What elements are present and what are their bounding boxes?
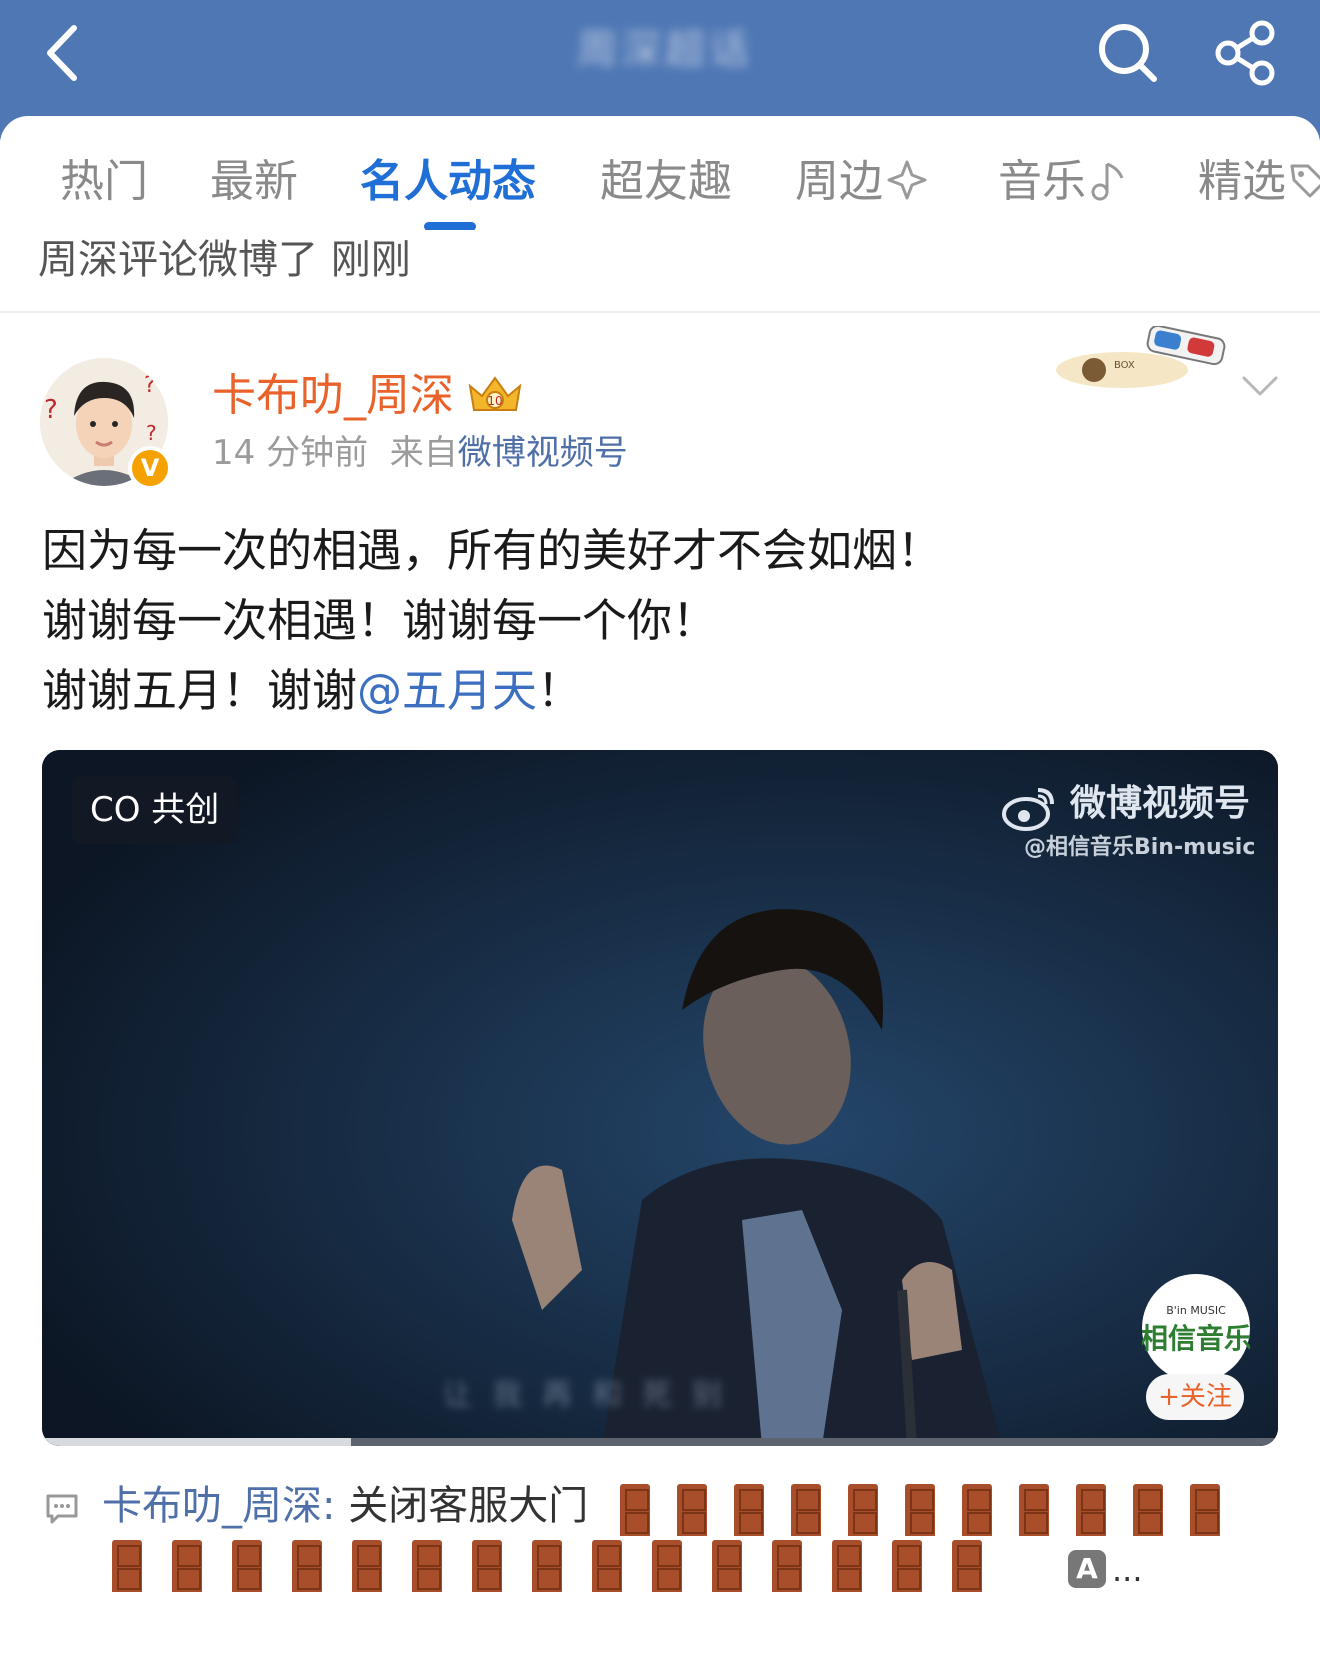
- door-emoji: [1076, 1484, 1106, 1536]
- door-emoji: [962, 1484, 992, 1536]
- tab-latest[interactable]: 最新: [210, 152, 298, 212]
- door-emoji: [677, 1484, 707, 1536]
- door-emoji: [592, 1540, 622, 1592]
- door-emoji: [232, 1540, 262, 1592]
- weibo-logo-icon: [1002, 788, 1054, 831]
- music-note-icon: [1091, 162, 1124, 201]
- door-emoji: [772, 1540, 802, 1592]
- channel-logo-icon: B'in MUSIC 相信音乐: [1140, 1304, 1252, 1355]
- activity-line: 周深评论微博了 刚刚: [38, 237, 411, 283]
- post-line-1: 因为每一次的相遇，所有的美好才不会如烟！: [42, 524, 943, 577]
- watermark-account: @相信音乐Bin-music: [1024, 835, 1256, 860]
- comment-separator: :: [322, 1483, 349, 1529]
- door-emoji: [892, 1540, 922, 1592]
- door-emoji: [172, 1540, 202, 1592]
- door-emoji: [472, 1540, 502, 1592]
- svg-text:BOX: BOX: [1114, 360, 1135, 371]
- post-source-prefix: 来自: [389, 433, 458, 473]
- post-line-3-suffix: ！: [537, 664, 583, 717]
- svg-text:?: ?: [146, 421, 157, 445]
- tab-fan-fun[interactable]: 超友趣: [600, 152, 732, 212]
- post-source-link[interactable]: 微博视频号: [458, 433, 628, 473]
- svg-text:?: ?: [44, 395, 58, 425]
- tag-icon: [1290, 164, 1320, 198]
- post-line-2: 谢谢每一次相遇！谢谢每一个你！: [42, 594, 718, 647]
- door-emoji: [734, 1484, 764, 1536]
- comment-user[interactable]: 卡布叻_周深: [102, 1483, 322, 1529]
- crown-badge-icon[interactable]: 10: [466, 370, 524, 418]
- door-emoji: [1019, 1484, 1049, 1536]
- 3d-glasses-decoration-icon: BOX: [1056, 326, 1226, 388]
- svg-text:10: 10: [487, 394, 502, 408]
- search-icon[interactable]: [1090, 15, 1166, 91]
- door-emoji: [352, 1540, 382, 1592]
- divider: [0, 311, 1320, 313]
- tab-music-label: 音乐: [998, 156, 1086, 207]
- watermark-title: 微博视频号: [1070, 783, 1251, 824]
- video-player[interactable]: CO 共创 微博视频号 @相信音乐Bin-music 让我再和死别 B'in M…: [42, 750, 1278, 1446]
- mention-link[interactable]: @五月天: [357, 664, 537, 717]
- svg-text:B'in MUSIC: B'in MUSIC: [1166, 1304, 1226, 1317]
- door-emoji: [532, 1540, 562, 1592]
- post-line-3-prefix: 谢谢五月！谢谢: [42, 664, 358, 717]
- door-emoji: [712, 1540, 742, 1592]
- door-emoji: [1133, 1484, 1163, 1536]
- tab-merch-label: 周边: [795, 156, 883, 207]
- door-emoji: [848, 1484, 878, 1536]
- chevron-down-icon[interactable]: [1240, 372, 1280, 402]
- page-title: 周深超话: [577, 27, 753, 73]
- door-emoji: [832, 1540, 862, 1592]
- active-tab-indicator: [424, 222, 476, 230]
- tab-celebrity-news[interactable]: 名人动态: [360, 152, 536, 212]
- tab-selected[interactable]: 精选: [1198, 152, 1320, 212]
- post-body: 因为每一次的相遇，所有的美好才不会如烟！ 谢谢每一次相遇！谢谢每一个你！ 谢谢五…: [42, 516, 1282, 726]
- comment-text: 关闭客服大门: [348, 1483, 589, 1529]
- door-emoji: [952, 1540, 982, 1592]
- door-emoji: [620, 1484, 650, 1536]
- share-icon[interactable]: [1208, 15, 1284, 91]
- comment-ellipsis: ...: [1112, 1551, 1143, 1589]
- door-emoji: [112, 1540, 142, 1592]
- door-emoji: [791, 1484, 821, 1536]
- post-time: 14 分钟前: [212, 433, 369, 473]
- sparkle-icon: [887, 160, 927, 200]
- door-emoji: [905, 1484, 935, 1536]
- door-emoji: [412, 1540, 442, 1592]
- post-meta: 14 分钟前 来自微博视频号: [212, 428, 628, 478]
- cocreate-badge: CO 共创: [72, 776, 238, 844]
- tab-selected-label: 精选: [1198, 156, 1286, 207]
- door-emoji: [1190, 1484, 1220, 1536]
- post-line-3: 谢谢五月！谢谢@五月天！: [42, 656, 1282, 726]
- door-emoji: [652, 1540, 682, 1592]
- tab-music[interactable]: 音乐: [998, 152, 1128, 212]
- svg-text:相信音乐: 相信音乐: [1142, 1322, 1250, 1355]
- video-subtitle: 让我再和死别: [442, 1378, 742, 1413]
- tab-bar: 热门 最新 名人动态 超友趣 周边 音乐 精选: [0, 118, 1320, 230]
- post-username[interactable]: 卡布叻_周深: [212, 366, 454, 426]
- progress-fill: [42, 1438, 351, 1446]
- keyboard-ime-icon: A: [1068, 1550, 1106, 1588]
- channel-logo[interactable]: B'in MUSIC 相信音乐: [1140, 1274, 1252, 1382]
- verified-badge-icon: V: [128, 446, 172, 490]
- follow-button[interactable]: +关注: [1146, 1374, 1244, 1420]
- tab-merch[interactable]: 周边: [795, 152, 929, 212]
- back-chevron-icon[interactable]: [30, 18, 100, 88]
- door-emoji-row-1: [620, 1484, 1310, 1536]
- tab-hot[interactable]: 热门: [60, 152, 148, 212]
- comment-icon: [46, 1494, 78, 1524]
- door-emoji: [292, 1540, 322, 1592]
